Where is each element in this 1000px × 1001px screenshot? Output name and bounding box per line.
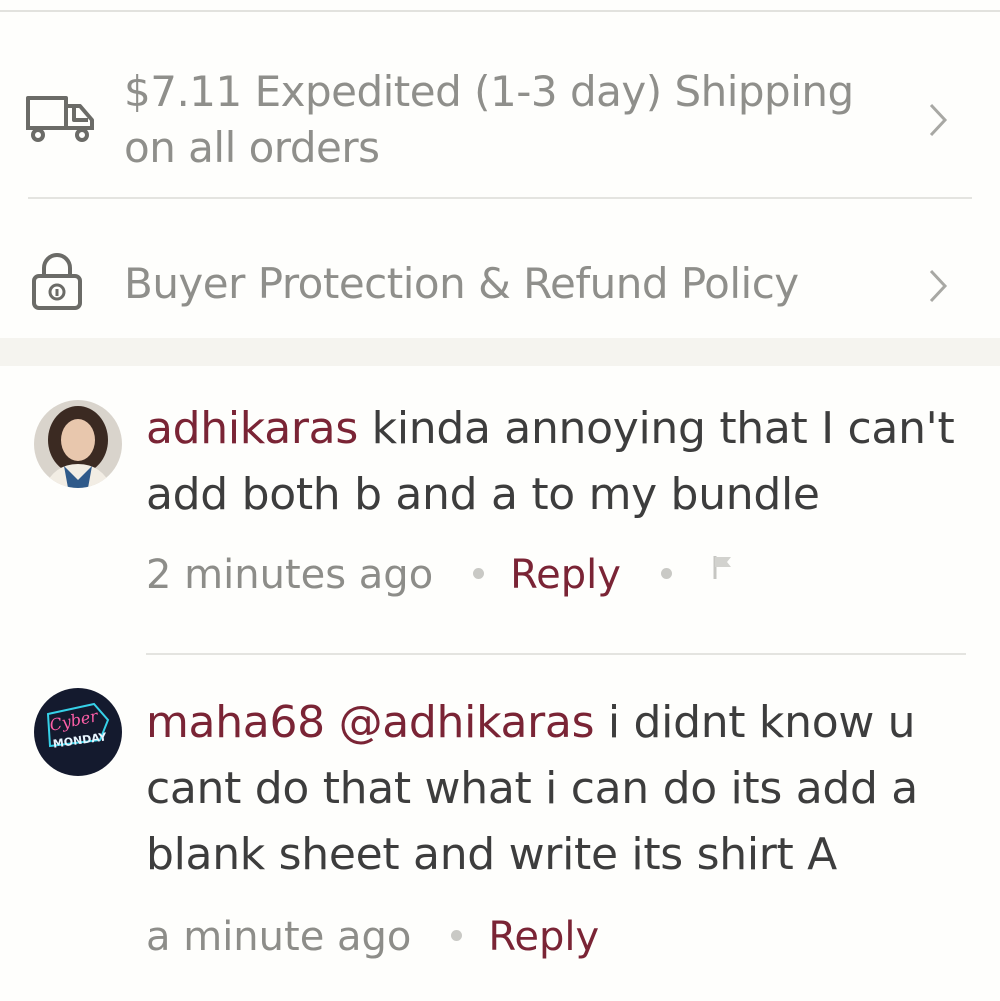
comment-mention[interactable]: @adhikaras xyxy=(339,697,595,748)
comment-timestamp: a minute ago xyxy=(146,914,412,960)
reply-button[interactable]: Reply xyxy=(488,914,599,960)
comment-meta: 2 minutes ago Reply xyxy=(146,550,734,602)
comment-divider xyxy=(146,653,966,655)
comment-timestamp: 2 minutes ago xyxy=(146,552,434,598)
reply-button[interactable]: Reply xyxy=(510,552,621,598)
section-separator-band xyxy=(0,338,1000,366)
buyer-protection-row[interactable]: Buyer Protection & Refund Policy xyxy=(0,240,1000,330)
comment-body: maha68 @adhikaras i didnt know u cant do… xyxy=(146,690,986,888)
lock-icon xyxy=(24,252,90,318)
comment-username[interactable]: maha68 xyxy=(146,697,325,748)
comment-body: adhikaras kinda annoying that I can't ad… xyxy=(146,396,986,528)
separator-dot xyxy=(660,567,672,579)
flag-icon[interactable] xyxy=(712,542,734,592)
user-photo-avatar[interactable] xyxy=(34,400,122,488)
comment-meta: a minute ago Reply xyxy=(146,912,599,962)
comment-username[interactable]: adhikaras xyxy=(146,403,358,454)
separator-dot xyxy=(451,929,463,941)
section-divider xyxy=(28,197,972,199)
cyber-monday-avatar[interactable]: Cyber MONDAY xyxy=(34,688,122,776)
shipping-text: $7.11 Expedited (1-3 day) Shipping on al… xyxy=(124,67,854,172)
buyer-protection-text: Buyer Protection & Refund Policy xyxy=(124,259,799,308)
chevron-right-icon xyxy=(928,102,948,142)
separator-dot xyxy=(473,567,485,579)
chevron-right-icon xyxy=(928,268,948,308)
top-divider xyxy=(0,10,1000,12)
shipping-info-row[interactable]: $7.11 Expedited (1-3 day) Shipping on al… xyxy=(0,60,1000,198)
truck-icon xyxy=(24,92,98,150)
